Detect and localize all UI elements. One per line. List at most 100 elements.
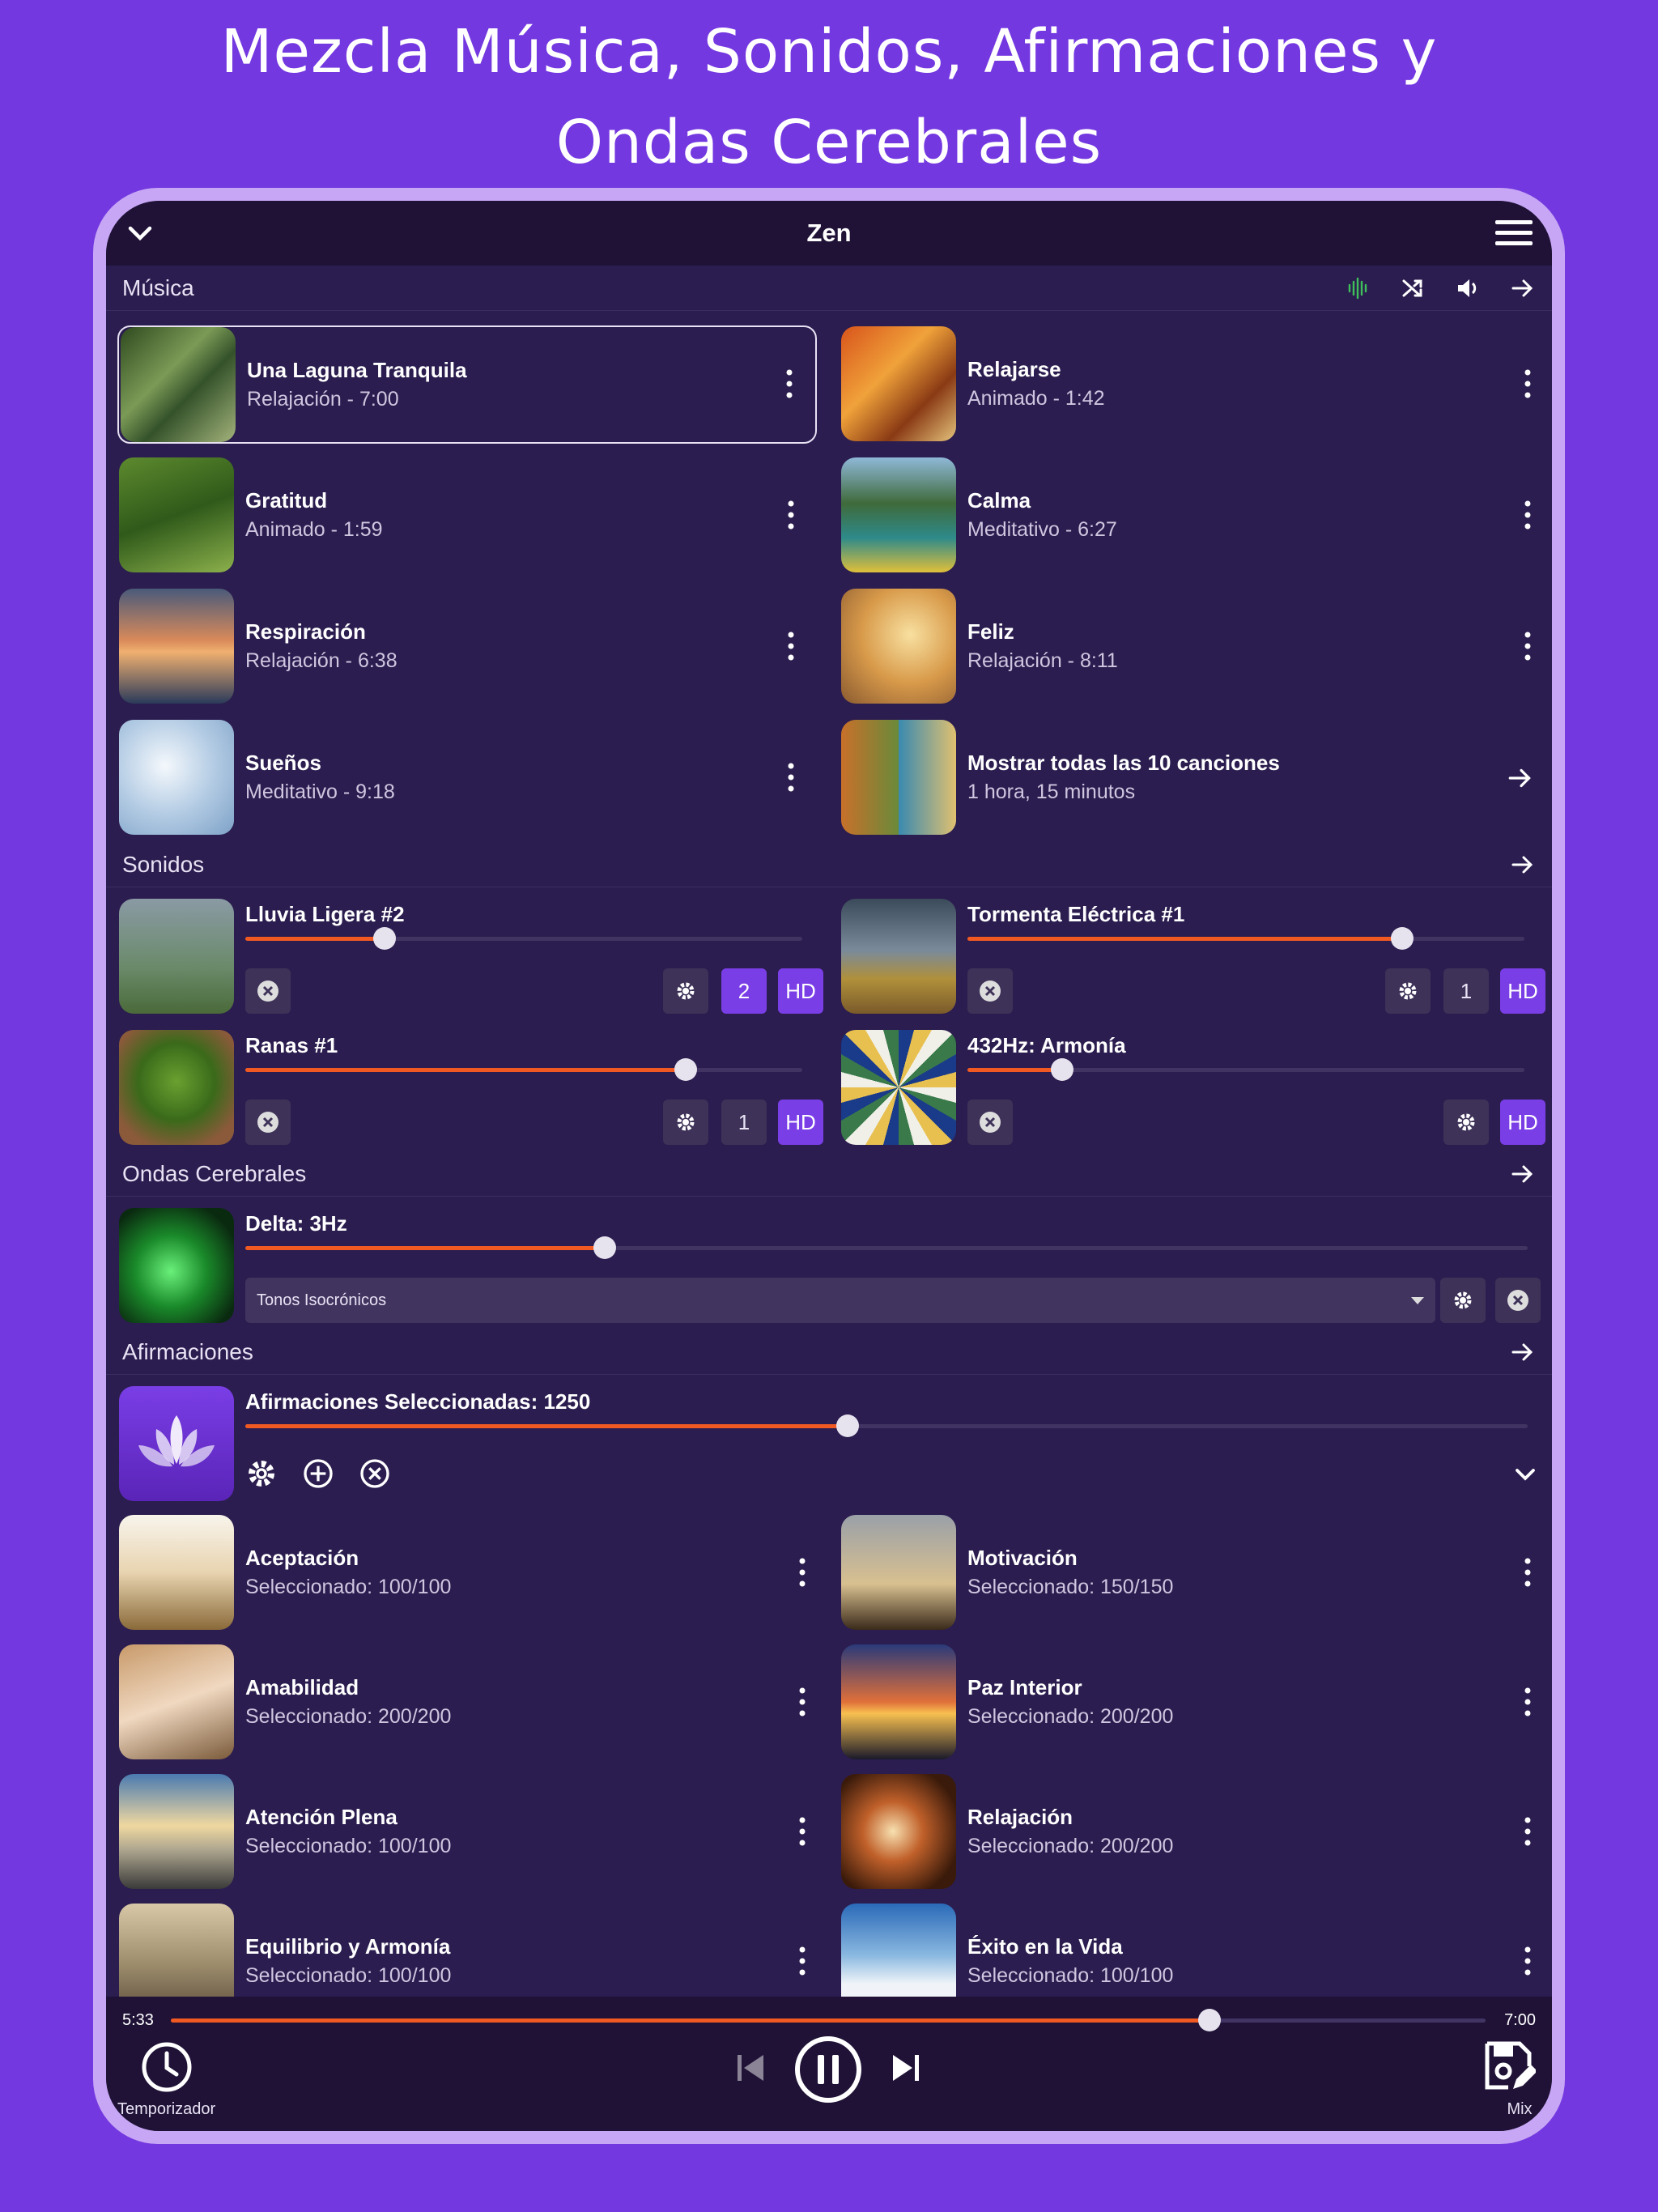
sound-count-button[interactable]: 2: [721, 968, 767, 1014]
sound-volume-slider[interactable]: [245, 926, 802, 951]
skip-previous-icon[interactable]: [734, 2052, 767, 2084]
slider-knob[interactable]: [1197, 2009, 1221, 2031]
sound-title: Ranas #1: [245, 1033, 338, 1057]
remove-sound-button[interactable]: [245, 1100, 291, 1145]
shuffle-icon[interactable]: [1400, 275, 1426, 301]
pause-button[interactable]: [794, 2035, 862, 2104]
affirmation-card[interactable]: Amabilidad Seleccionado: 200/200: [119, 1644, 828, 1759]
slider-knob[interactable]: [836, 1414, 860, 1437]
brainwave-mode-select[interactable]: Tonos Isocrónicos: [245, 1278, 1435, 1323]
playback-progress-slider[interactable]: [171, 2008, 1486, 2032]
brainwave-thumb: [119, 1208, 234, 1323]
more-vert-icon[interactable]: [788, 500, 794, 530]
more-vert-icon[interactable]: [1524, 369, 1531, 398]
close-circle-icon[interactable]: [359, 1457, 391, 1490]
sound-count-button[interactable]: 1: [1443, 968, 1489, 1014]
hd-button[interactable]: HD: [1500, 968, 1545, 1014]
save-mix-icon[interactable]: [1482, 2039, 1536, 2092]
brainwave-title: Delta: 3Hz: [245, 1211, 347, 1236]
affirmation-thumb: [119, 1774, 234, 1889]
more-vert-icon[interactable]: [799, 1946, 806, 1976]
music-card[interactable]: Relajarse Animado - 1:42: [841, 326, 1552, 441]
arrow-right-icon[interactable]: [1510, 275, 1536, 301]
more-vert-icon[interactable]: [786, 369, 793, 398]
more-vert-icon[interactable]: [799, 1817, 806, 1846]
arrow-right-icon[interactable]: [1510, 852, 1536, 878]
affirmation-title: Relajación: [967, 1805, 1073, 1829]
sound-thumb: [841, 899, 956, 1014]
player-bar: 5:33 7:00 Temporizador Mix: [106, 1997, 1552, 2131]
app-screen: Zen Música Una Laguna Tranquila Relajació…: [106, 201, 1552, 2131]
music-card[interactable]: Gratitud Animado - 1:59: [119, 457, 817, 572]
remove-sound-button[interactable]: [967, 968, 1013, 1014]
remove-sound-button[interactable]: [967, 1100, 1013, 1145]
affirmation-card[interactable]: Paz Interior Seleccionado: 200/200: [841, 1644, 1552, 1759]
more-vert-icon[interactable]: [1524, 1817, 1531, 1846]
hd-button[interactable]: HD: [778, 968, 823, 1014]
slider-knob[interactable]: [1050, 1058, 1073, 1081]
sound-settings-button[interactable]: [1385, 968, 1431, 1014]
headline-line-2: Ondas Cerebrales: [555, 108, 1103, 177]
slider-knob[interactable]: [674, 1058, 697, 1081]
arrow-right-icon[interactable]: [1510, 1339, 1536, 1365]
close-circle-icon: [1507, 1290, 1528, 1311]
hd-button[interactable]: HD: [778, 1100, 823, 1145]
chevron-down-icon[interactable]: [125, 219, 155, 248]
slider-fill: [967, 1068, 1062, 1072]
skip-next-icon[interactable]: [890, 2052, 922, 2084]
more-vert-icon[interactable]: [788, 763, 794, 792]
affirmation-subtitle: Seleccionado: 100/100: [245, 1835, 452, 1857]
more-vert-icon[interactable]: [1524, 1687, 1531, 1716]
affirmation-card[interactable]: Relajación Seleccionado: 200/200: [841, 1774, 1552, 1889]
hamburger-menu-icon[interactable]: [1495, 217, 1533, 249]
sound-volume-slider[interactable]: [967, 1057, 1524, 1082]
more-vert-icon[interactable]: [1524, 1558, 1531, 1587]
sound-count-button[interactable]: 1: [721, 1100, 767, 1145]
arrow-right-icon[interactable]: [1510, 1161, 1536, 1187]
affirmation-card[interactable]: Atención Plena Seleccionado: 100/100: [119, 1774, 828, 1889]
sound-settings-button[interactable]: [663, 1100, 708, 1145]
music-card[interactable]: Feliz Relajación - 8:11: [841, 589, 1552, 704]
timer-clock-icon[interactable]: [140, 2040, 193, 2094]
more-vert-icon[interactable]: [1524, 500, 1531, 530]
chevron-down-icon[interactable]: [1513, 1462, 1537, 1487]
sound-settings-button[interactable]: [663, 968, 708, 1014]
sound-settings-button[interactable]: [1443, 1100, 1489, 1145]
affirmation-thumb: [841, 1644, 956, 1759]
music-card[interactable]: Respiración Relajación - 6:38: [119, 589, 817, 704]
more-vert-icon[interactable]: [799, 1558, 806, 1587]
top-bar: Zen: [106, 201, 1552, 266]
affirmation-card[interactable]: Aceptación Seleccionado: 100/100: [119, 1515, 828, 1630]
sound-volume-slider[interactable]: [967, 926, 1524, 951]
lotus-icon: [138, 1415, 215, 1467]
more-vert-icon[interactable]: [1524, 632, 1531, 661]
arrow-right-icon[interactable]: [1507, 764, 1534, 792]
gear-icon: [677, 982, 695, 1000]
music-card-selected[interactable]: Una Laguna Tranquila Relajación - 7:00: [117, 325, 817, 444]
volume-icon[interactable]: [1455, 275, 1481, 301]
slider-knob[interactable]: [1390, 927, 1414, 950]
slider-knob[interactable]: [593, 1236, 616, 1259]
music-section-header: Música: [106, 266, 1552, 311]
sound-thumb: [119, 1030, 234, 1145]
gear-icon[interactable]: [245, 1457, 278, 1490]
affirmations-volume-slider[interactable]: [245, 1414, 1528, 1438]
music-card[interactable]: Calma Meditativo - 6:27: [841, 457, 1552, 572]
music-title: Una Laguna Tranquila: [247, 358, 467, 382]
music-card[interactable]: Sueños Meditativo - 9:18: [119, 720, 817, 835]
waveform-icon[interactable]: [1345, 275, 1371, 301]
brainwave-settings-button[interactable]: [1440, 1278, 1486, 1323]
sound-volume-slider[interactable]: [245, 1057, 802, 1082]
sound-title: Lluvia Ligera #2: [245, 902, 405, 926]
remove-brainwave-button[interactable]: [1495, 1278, 1541, 1323]
brainwave-volume-slider[interactable]: [245, 1236, 1528, 1260]
more-vert-icon[interactable]: [788, 632, 794, 661]
add-circle-icon[interactable]: [302, 1457, 334, 1490]
slider-knob[interactable]: [373, 927, 396, 950]
hd-button[interactable]: HD: [1500, 1100, 1545, 1145]
remove-sound-button[interactable]: [245, 968, 291, 1014]
more-vert-icon[interactable]: [1524, 1946, 1531, 1976]
show-all-songs-card[interactable]: Mostrar todas las 10 canciones 1 hora, 15…: [841, 720, 1552, 835]
more-vert-icon[interactable]: [799, 1687, 806, 1716]
affirmation-card[interactable]: Motivación Seleccionado: 150/150: [841, 1515, 1552, 1630]
